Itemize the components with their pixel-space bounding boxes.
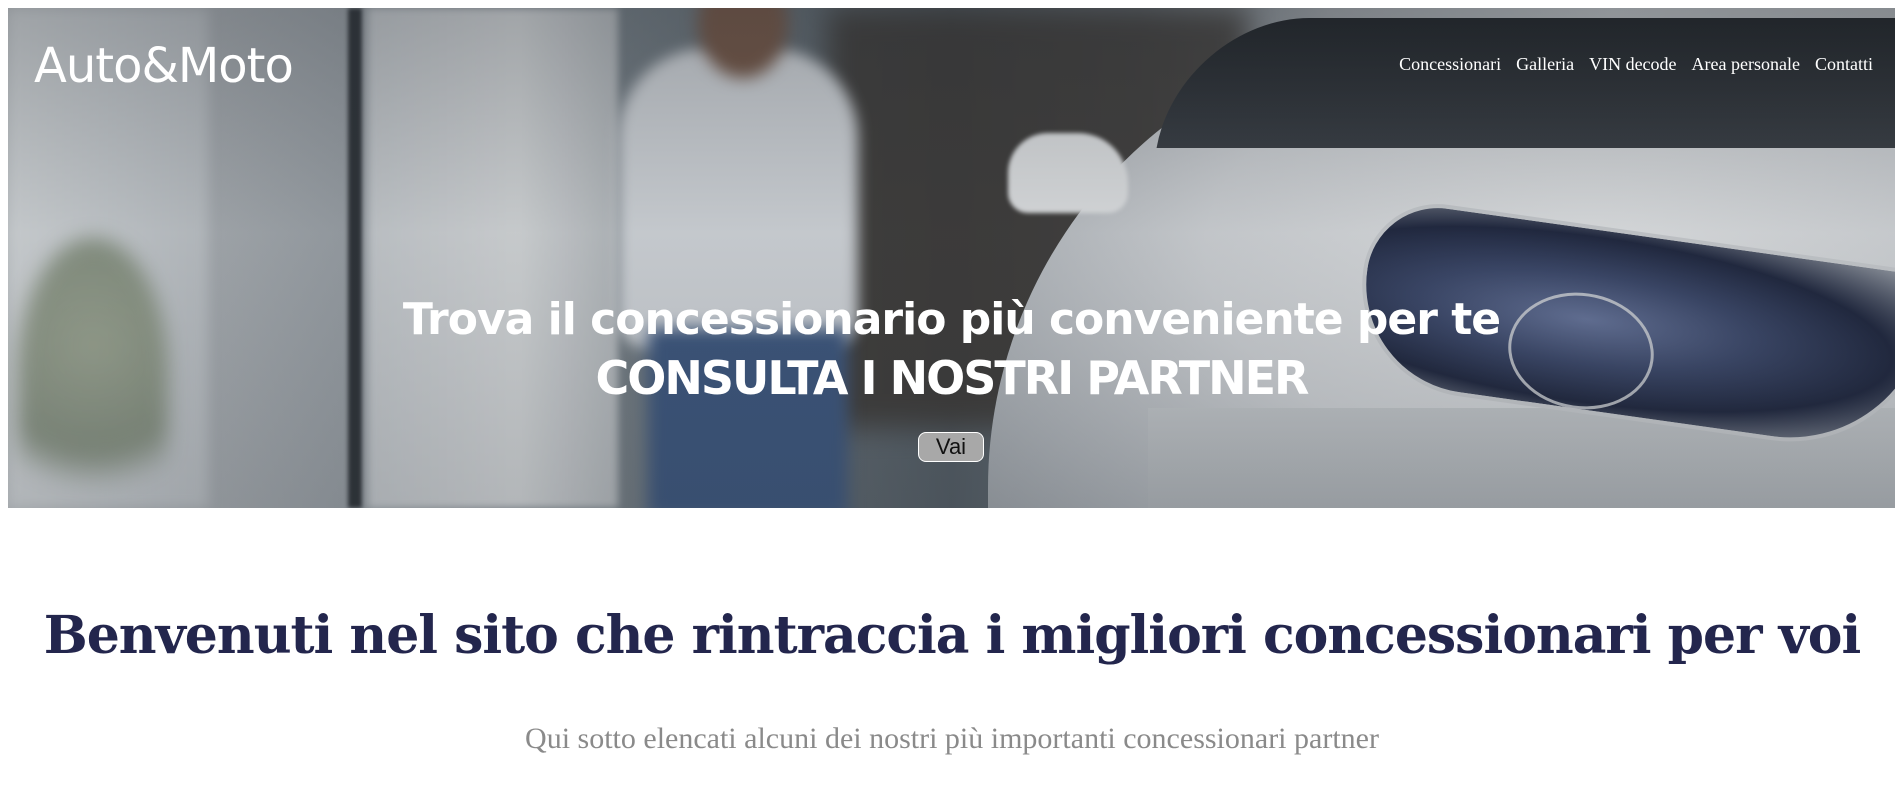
nav-link-concessionari[interactable]: Concessionari: [1399, 54, 1501, 74]
main-nav: Concessionari Galleria VIN decode Area p…: [1399, 54, 1873, 75]
nav-link-vin-decode[interactable]: VIN decode: [1589, 54, 1676, 74]
nav-item-area-personale: Area personale: [1692, 54, 1800, 75]
hero-subheadline: CONSULTA I NOSTRI PARTNER: [595, 351, 1310, 405]
nav-link-contatti[interactable]: Contatti: [1815, 54, 1873, 74]
nav-item-concessionari: Concessionari: [1399, 54, 1501, 75]
hero-headline: Trova il concessionario più conveniente …: [402, 294, 1501, 345]
welcome-subtitle: Qui sotto elencati alcuni dei nostri più…: [525, 722, 1379, 755]
page: Auto&Moto Concessionari Galleria VIN dec…: [0, 0, 1904, 805]
hero-text: Trova il concessionario più conveniente …: [8, 291, 1895, 407]
nav-item-galleria: Galleria: [1516, 54, 1574, 75]
nav-link-galleria[interactable]: Galleria: [1516, 54, 1574, 74]
site-logo[interactable]: Auto&Moto: [34, 38, 294, 94]
welcome-title: Benvenuti nel sito che rintraccia i migl…: [43, 605, 1862, 666]
nav-link-area-personale[interactable]: Area personale: [1692, 54, 1800, 74]
vai-button[interactable]: Vai: [918, 432, 984, 462]
nav-item-contatti: Contatti: [1815, 54, 1873, 75]
nav-item-vin-decode: VIN decode: [1589, 54, 1676, 75]
